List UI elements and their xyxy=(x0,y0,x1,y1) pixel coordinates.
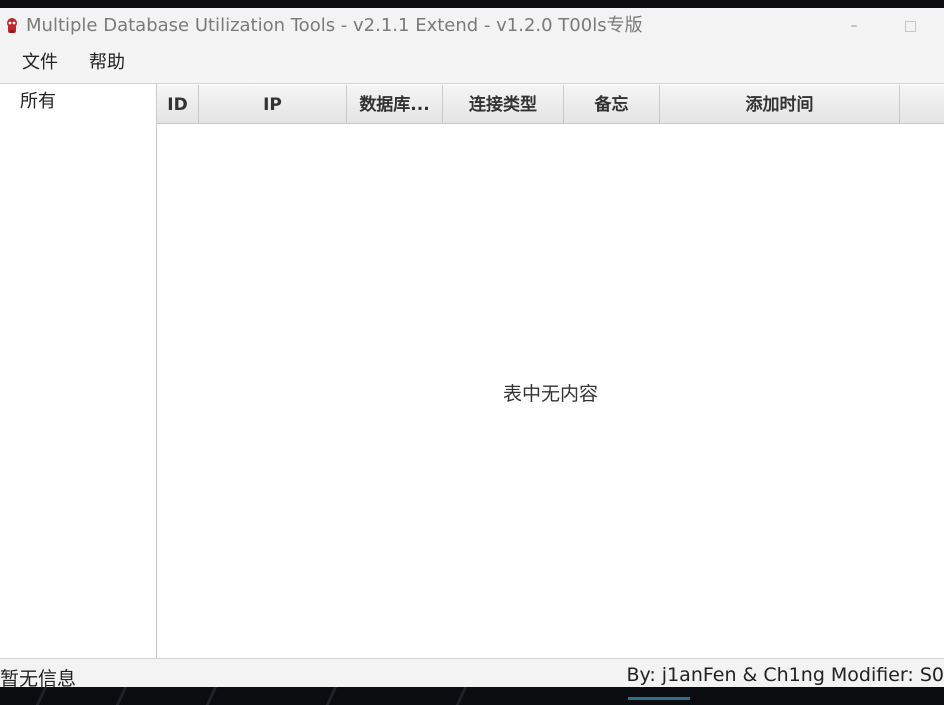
menu-help[interactable]: 帮助 xyxy=(85,51,129,75)
author-credit: By: j1anFen & Ch1ng Modifier: S0 xyxy=(626,664,944,686)
column-header-id[interactable]: ID xyxy=(157,85,199,123)
desktop-streak xyxy=(455,687,468,705)
desktop-streak xyxy=(325,687,338,705)
connection-table[interactable]: ID IP 数据库... 连接类型 备忘 添加时间 表中无内容 xyxy=(157,84,944,658)
desktop-streak xyxy=(205,687,218,705)
desktop-streak xyxy=(115,687,128,705)
status-message: 暂无信息 xyxy=(0,668,77,687)
desktop-background xyxy=(0,687,944,705)
maximize-button[interactable] xyxy=(892,14,928,38)
menu-file[interactable]: 文件 xyxy=(18,51,62,75)
status-bar: 暂无信息 By: j1anFen & Ch1ng Modifier: S0 xyxy=(0,658,944,687)
title-bar[interactable]: Multiple Database Utilization Tools - v2… xyxy=(0,8,944,43)
taskbar-indicator xyxy=(628,697,690,700)
column-header-added-time[interactable]: 添加时间 xyxy=(660,85,900,123)
column-header-note[interactable]: 备忘 xyxy=(564,85,660,123)
column-header-ip[interactable]: IP xyxy=(199,85,347,123)
sidebar-item-all[interactable]: 所有 xyxy=(20,91,56,113)
minimize-button[interactable]: – xyxy=(836,14,872,38)
window-title: Multiple Database Utilization Tools - v2… xyxy=(26,15,643,36)
column-header-database[interactable]: 数据库... xyxy=(347,85,443,123)
category-sidebar: 所有 xyxy=(0,84,157,658)
empty-table-placeholder: 表中无内容 xyxy=(502,383,598,405)
desktop-top-strip xyxy=(0,0,944,8)
column-header-overflow[interactable] xyxy=(900,85,944,123)
column-header-connection-type[interactable]: 连接类型 xyxy=(443,85,564,123)
app-window: Multiple Database Utilization Tools - v2… xyxy=(0,8,944,687)
app-logo-icon xyxy=(7,18,17,33)
menu-bar: 文件 帮助 xyxy=(0,43,944,84)
maximize-icon xyxy=(904,20,916,32)
table-header: ID IP 数据库... 连接类型 备忘 添加时间 xyxy=(157,85,944,124)
desktop-streak xyxy=(35,687,48,705)
